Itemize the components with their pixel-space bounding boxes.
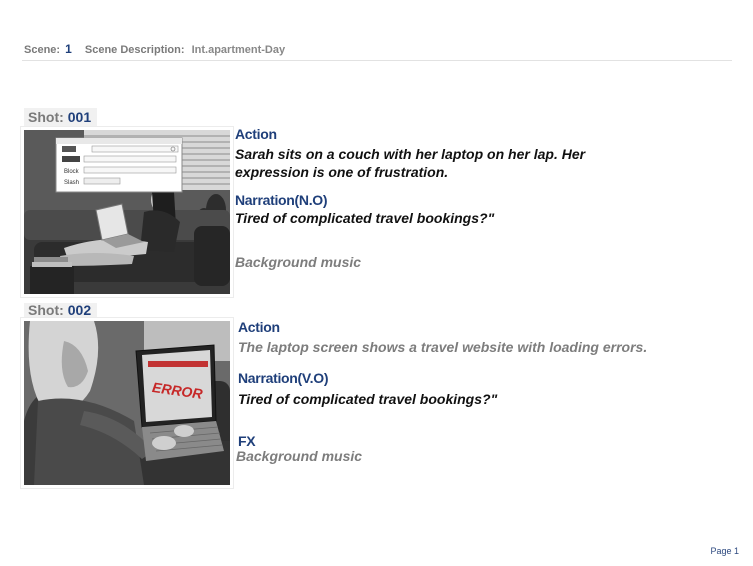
woman-laptop-couch-illustration-icon: Block Slash <box>24 130 230 294</box>
narration-text: Tired of complicated travel bookings?" <box>235 210 495 226</box>
scene-number: 1 <box>65 42 72 56</box>
shot-id: 001 <box>67 109 92 125</box>
narration-text: Tired of complicated travel bookings?" <box>238 391 498 407</box>
shot-word: Shot: <box>28 303 64 317</box>
shot-image-frame: ERROR <box>20 317 234 489</box>
action-heading: Action <box>235 126 277 142</box>
screen-line-2: Slash <box>64 180 79 186</box>
shot-id: 002 <box>67 303 92 317</box>
page-number: Page 1 <box>710 546 739 556</box>
screen-line-1: Block <box>64 169 80 175</box>
shot-label: Shot: 002 <box>24 303 98 317</box>
scene-label: Scene: <box>24 44 61 56</box>
sound-text: Background music <box>235 254 362 270</box>
narration-heading: Narration(V.O) <box>238 370 329 386</box>
scene-header: Scene: 1 Scene Description: Int.apartmen… <box>24 42 285 56</box>
narration-heading: Narration(N.O) <box>235 192 328 208</box>
fx-text: Background music <box>236 448 363 464</box>
shot-label: Shot: 001 <box>24 108 98 126</box>
shot-word: Shot: <box>28 109 64 125</box>
scene-description-label: Scene Description: <box>84 44 185 56</box>
shot-image-frame: Block Slash <box>20 126 234 298</box>
header-divider <box>22 60 732 61</box>
woman-laptop-error-illustration-icon: ERROR <box>24 321 230 485</box>
action-text: The laptop screen shows a travel website… <box>238 339 648 355</box>
scene-description: Int.apartment-Day <box>191 44 286 56</box>
action-text: Sarah sits on a couch with her laptop on… <box>235 146 586 180</box>
action-heading: Action <box>238 319 280 335</box>
